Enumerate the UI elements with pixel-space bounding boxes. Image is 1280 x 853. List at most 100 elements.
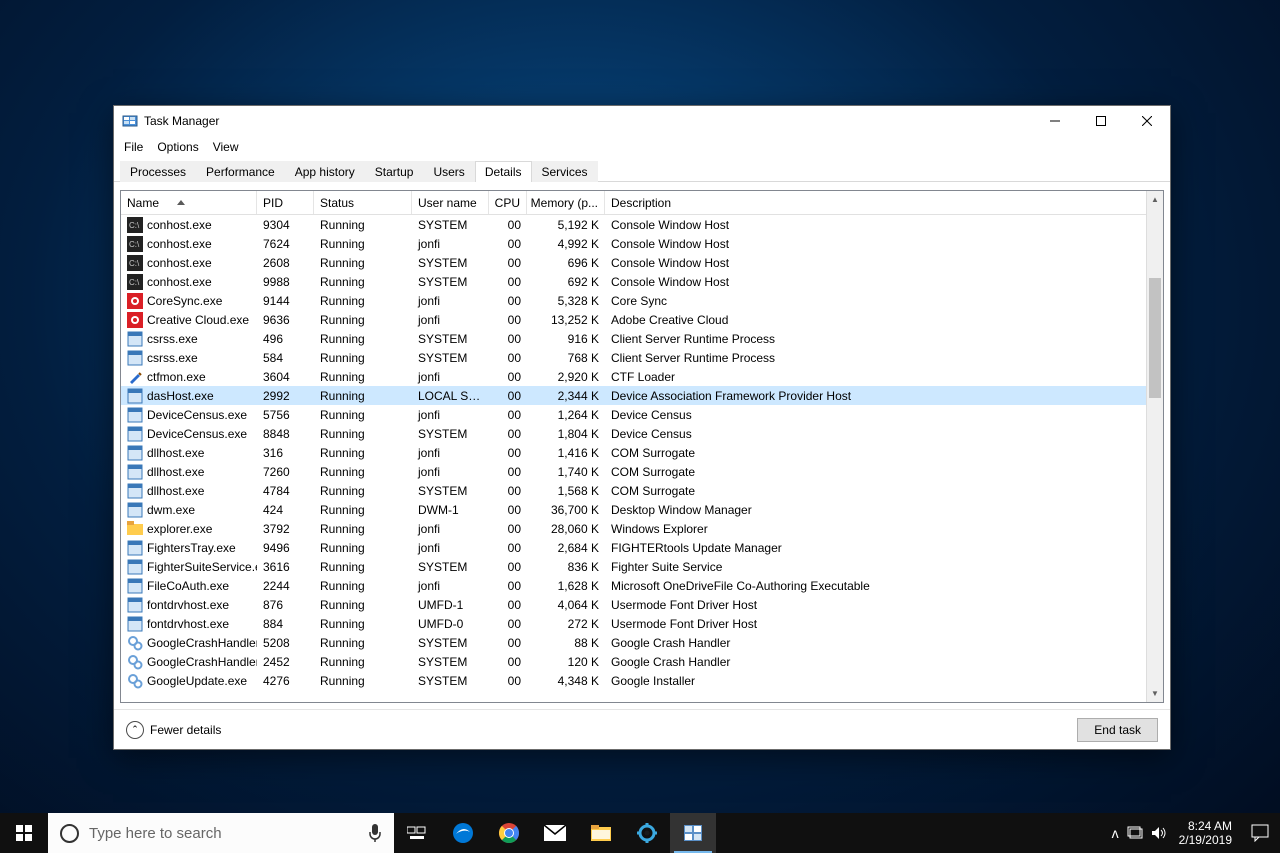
task-view-icon[interactable]: [394, 813, 440, 853]
process-name: FileCoAuth.exe: [147, 579, 229, 593]
table-row[interactable]: dasHost.exe2992RunningLOCAL SE...002,344…: [121, 386, 1163, 405]
process-cpu: 00: [489, 655, 527, 669]
col-user[interactable]: User name: [412, 191, 489, 214]
system-tray[interactable]: ʌ: [1108, 813, 1171, 853]
chrome-icon[interactable]: [486, 813, 532, 853]
menubar: File Options View: [114, 136, 1170, 158]
col-cpu[interactable]: CPU: [489, 191, 527, 214]
col-name[interactable]: Name: [121, 191, 257, 214]
close-button[interactable]: [1124, 106, 1170, 136]
process-memory: 696 K: [527, 256, 605, 270]
process-icon: [127, 407, 143, 423]
tab-users[interactable]: Users: [423, 161, 474, 182]
process-name: conhost.exe: [147, 218, 212, 232]
process-icon: [127, 616, 143, 632]
process-status: Running: [314, 427, 412, 441]
process-description: Client Server Runtime Process: [605, 332, 1163, 346]
process-name: GoogleUpdate.exe: [147, 674, 247, 688]
taskbar-pinned: [394, 813, 716, 853]
table-row[interactable]: DeviceCensus.exe8848RunningSYSTEM001,804…: [121, 424, 1163, 443]
process-memory: 1,804 K: [527, 427, 605, 441]
table-row[interactable]: C:\conhost.exe9988RunningSYSTEM00692 KCo…: [121, 272, 1163, 291]
table-row[interactable]: C:\conhost.exe7624Runningjonfi004,992 KC…: [121, 234, 1163, 253]
table-row[interactable]: Creative Cloud.exe9636Runningjonfi0013,2…: [121, 310, 1163, 329]
menu-file[interactable]: File: [124, 140, 143, 154]
table-row[interactable]: FightersTray.exe9496Runningjonfi002,684 …: [121, 538, 1163, 557]
minimize-button[interactable]: [1032, 106, 1078, 136]
start-button[interactable]: [0, 813, 48, 853]
col-mem[interactable]: Memory (p...: [527, 191, 605, 214]
scroll-up-icon[interactable]: ▲: [1147, 191, 1163, 208]
titlebar[interactable]: Task Manager: [114, 106, 1170, 136]
menu-options[interactable]: Options: [157, 140, 198, 154]
process-pid: 3792: [257, 522, 314, 536]
process-cpu: 00: [489, 389, 527, 403]
tab-processes[interactable]: Processes: [120, 161, 196, 182]
process-icon: [127, 445, 143, 461]
process-description: Device Census: [605, 408, 1163, 422]
table-row[interactable]: DeviceCensus.exe5756Runningjonfi001,264 …: [121, 405, 1163, 424]
process-memory: 13,252 K: [527, 313, 605, 327]
table-row[interactable]: dllhost.exe7260Runningjonfi001,740 KCOM …: [121, 462, 1163, 481]
tab-services[interactable]: Services: [532, 161, 598, 182]
table-row[interactable]: csrss.exe584RunningSYSTEM00768 KClient S…: [121, 348, 1163, 367]
scroll-thumb[interactable]: [1149, 278, 1161, 398]
table-row[interactable]: CoreSync.exe9144Runningjonfi005,328 KCor…: [121, 291, 1163, 310]
table-body[interactable]: C:\conhost.exe9304RunningSYSTEM005,192 K…: [121, 215, 1163, 702]
process-name: FightersTray.exe: [147, 541, 236, 555]
settings-icon[interactable]: [624, 813, 670, 853]
table-row[interactable]: C:\conhost.exe2608RunningSYSTEM00696 KCo…: [121, 253, 1163, 272]
end-task-button[interactable]: End task: [1077, 718, 1158, 742]
menu-view[interactable]: View: [213, 140, 239, 154]
process-memory: 272 K: [527, 617, 605, 631]
scroll-down-icon[interactable]: ▼: [1147, 685, 1163, 702]
tab-app-history[interactable]: App history: [285, 161, 365, 182]
tray-chevron-icon[interactable]: ʌ: [1112, 825, 1119, 841]
network-icon[interactable]: [1127, 826, 1143, 840]
process-user: jonfi: [412, 579, 489, 593]
clock[interactable]: 8:24 AM 2/19/2019: [1171, 819, 1240, 848]
process-name: conhost.exe: [147, 256, 212, 270]
process-icon: [127, 293, 143, 309]
edge-icon[interactable]: [440, 813, 486, 853]
col-pid[interactable]: PID: [257, 191, 314, 214]
table-row[interactable]: FileCoAuth.exe2244Runningjonfi001,628 KM…: [121, 576, 1163, 595]
tab-startup[interactable]: Startup: [365, 161, 424, 182]
table-row[interactable]: GoogleCrashHandler...2452RunningSYSTEM00…: [121, 652, 1163, 671]
maximize-button[interactable]: [1078, 106, 1124, 136]
table-row[interactable]: fontdrvhost.exe884RunningUMFD-000272 KUs…: [121, 614, 1163, 633]
table-row[interactable]: C:\conhost.exe9304RunningSYSTEM005,192 K…: [121, 215, 1163, 234]
table-row[interactable]: dllhost.exe316Runningjonfi001,416 KCOM S…: [121, 443, 1163, 462]
tab-performance[interactable]: Performance: [196, 161, 285, 182]
mic-icon[interactable]: [368, 823, 382, 843]
table-row[interactable]: csrss.exe496RunningSYSTEM00916 KClient S…: [121, 329, 1163, 348]
volume-icon[interactable]: [1151, 826, 1167, 840]
table-row[interactable]: dwm.exe424RunningDWM-10036,700 KDesktop …: [121, 500, 1163, 519]
table-row[interactable]: GoogleUpdate.exe4276RunningSYSTEM004,348…: [121, 671, 1163, 690]
vertical-scrollbar[interactable]: ▲ ▼: [1146, 191, 1163, 702]
table-row[interactable]: FighterSuiteService.e...3616RunningSYSTE…: [121, 557, 1163, 576]
fewer-details-button[interactable]: ⌃ Fewer details: [126, 721, 221, 739]
col-desc[interactable]: Description: [605, 191, 1163, 214]
process-status: Running: [314, 313, 412, 327]
mail-icon[interactable]: [532, 813, 578, 853]
col-status[interactable]: Status: [314, 191, 412, 214]
process-user: SYSTEM: [412, 636, 489, 650]
process-pid: 2992: [257, 389, 314, 403]
table-row[interactable]: ctfmon.exe3604Runningjonfi002,920 KCTF L…: [121, 367, 1163, 386]
file-explorer-icon[interactable]: [578, 813, 624, 853]
task-manager-taskbar-icon[interactable]: [670, 813, 716, 853]
table-row[interactable]: dllhost.exe4784RunningSYSTEM001,568 KCOM…: [121, 481, 1163, 500]
action-center-icon[interactable]: [1240, 813, 1280, 853]
process-status: Running: [314, 256, 412, 270]
process-status: Running: [314, 408, 412, 422]
table-row[interactable]: fontdrvhost.exe876RunningUMFD-1004,064 K…: [121, 595, 1163, 614]
svg-text:C:\: C:\: [129, 240, 140, 249]
table-row[interactable]: GoogleCrashHandler...5208RunningSYSTEM00…: [121, 633, 1163, 652]
process-status: Running: [314, 332, 412, 346]
process-description: COM Surrogate: [605, 465, 1163, 479]
tab-details[interactable]: Details: [475, 161, 532, 182]
process-status: Running: [314, 389, 412, 403]
search-box[interactable]: Type here to search: [48, 813, 394, 853]
table-row[interactable]: explorer.exe3792Runningjonfi0028,060 KWi…: [121, 519, 1163, 538]
